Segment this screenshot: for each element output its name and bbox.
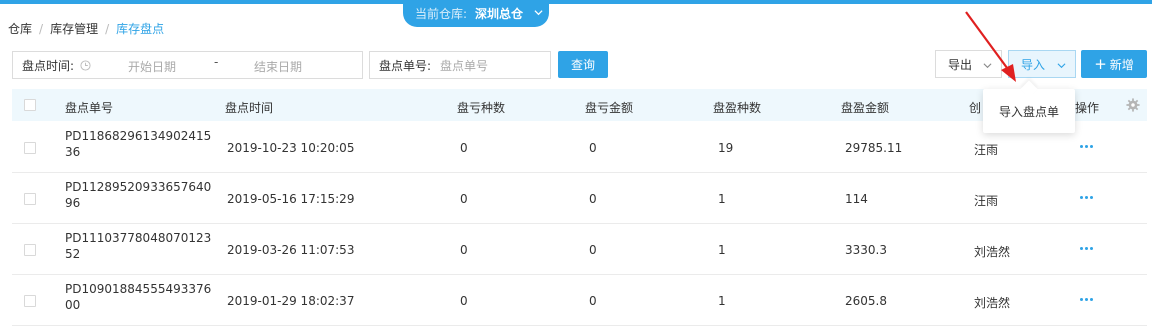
warehouse-selector[interactable]: 当前仓库: 深圳总仓 — [403, 0, 549, 27]
annotation-arrow — [965, 11, 1016, 82]
gain-kinds: 1 — [718, 243, 726, 257]
import-count-sheet-item[interactable]: 导入盘点单 — [999, 103, 1059, 120]
creator: 刘浩然 — [974, 296, 1011, 310]
loss-amount: 0 — [589, 294, 597, 308]
gain-kinds: 19 — [718, 141, 734, 155]
gain-amount: 2605.8 — [845, 294, 887, 308]
breadcrumb-separator: / — [105, 21, 110, 36]
table-row[interactable]: PD1110377804807012352 2019-03-26 11:07:5… — [12, 224, 1147, 275]
column-header-action: 操作 — [1075, 101, 1100, 115]
warehouse-label: 当前仓库: — [415, 7, 468, 21]
order-number-filter[interactable]: 盘点单号: 盘点单号 — [369, 51, 551, 79]
gear-icon[interactable] — [1126, 98, 1140, 112]
breadcrumb-separator: / — [39, 21, 44, 36]
row-checkbox[interactable] — [24, 295, 36, 307]
gain-amount: 3330.3 — [845, 243, 887, 257]
gain-kinds: 1 — [718, 192, 726, 206]
start-date-input[interactable]: 开始日期 — [128, 58, 176, 75]
loss-kinds: 0 — [460, 294, 468, 308]
row-checkbox[interactable] — [24, 142, 36, 154]
chevron-down-icon — [1057, 63, 1066, 69]
column-header-loss-kinds: 盘亏种数 — [457, 101, 506, 115]
count-time: 2019-01-29 18:02:37 — [227, 294, 355, 308]
clock-icon — [80, 59, 91, 71]
loss-kinds: 0 — [460, 243, 468, 257]
table-row[interactable]: PD1128952093365764096 2019-05-16 17:15:2… — [12, 173, 1147, 224]
column-header-gain-amount: 盘盈金额 — [841, 101, 890, 115]
breadcrumb-item-current: 库存盘点 — [116, 22, 165, 36]
more-actions-icon[interactable] — [1080, 298, 1094, 302]
warehouse-value: 深圳总仓 — [475, 7, 524, 21]
gain-kinds: 1 — [718, 294, 726, 308]
table-row[interactable]: PD1186829613490241536 2019-10-23 10:20:0… — [12, 122, 1147, 173]
query-button[interactable]: 查询 — [558, 51, 608, 78]
breadcrumb: 仓库 / 库存管理 / 库存盘点 — [8, 20, 164, 37]
row-checkbox[interactable] — [24, 244, 36, 256]
column-header-time: 盘点时间 — [225, 101, 274, 115]
table-header: 盘点单号 盘点时间 盘亏种数 盘亏金额 盘盈种数 盘盈金额 创 操作 — [12, 89, 1147, 121]
table-row[interactable]: PD1090188455549337600 2019-01-29 18:02:3… — [12, 275, 1147, 326]
column-header-gain-kinds: 盘盈种数 — [713, 101, 762, 115]
order-number[interactable]: PD1110377804807012352 — [65, 230, 215, 262]
column-header-order-number: 盘点单号 — [65, 101, 114, 115]
order-number[interactable]: PD1090188455549337600 — [65, 281, 215, 313]
creator: 汪雨 — [974, 194, 999, 208]
more-actions-icon[interactable] — [1080, 145, 1094, 149]
loss-kinds: 0 — [460, 192, 468, 206]
count-time: 2019-10-23 10:20:05 — [227, 141, 355, 155]
add-new-button-label: 新增 — [1109, 57, 1134, 72]
chevron-down-icon — [534, 10, 543, 16]
loss-kinds: 0 — [460, 141, 468, 155]
column-header-creator: 创 — [969, 101, 982, 115]
top-accent-bar — [0, 0, 1152, 4]
more-actions-icon[interactable] — [1080, 196, 1094, 200]
date-filter-label: 盘点时间: — [22, 58, 75, 73]
gain-amount: 114 — [845, 192, 868, 206]
order-number[interactable]: PD1128952093365764096 — [65, 179, 215, 211]
more-actions-icon[interactable] — [1080, 247, 1094, 251]
creator: 汪雨 — [974, 143, 999, 157]
order-number-label: 盘点单号: — [379, 58, 432, 73]
loss-amount: 0 — [589, 141, 597, 155]
gain-amount: 29785.11 — [845, 141, 903, 155]
date-range-separator: - — [214, 55, 219, 69]
creator: 刘浩然 — [974, 245, 1011, 259]
count-time: 2019-05-16 17:15:29 — [227, 192, 355, 206]
row-checkbox[interactable] — [24, 193, 36, 205]
end-date-input[interactable]: 结束日期 — [254, 58, 302, 75]
breadcrumb-item-inventory[interactable]: 库存管理 — [50, 20, 98, 37]
order-number-input[interactable]: 盘点单号 — [440, 57, 488, 74]
order-number[interactable]: PD1186829613490241536 — [65, 128, 215, 160]
plus-icon: + — [1094, 55, 1107, 73]
import-button-label: 导入 — [1021, 57, 1046, 72]
date-range-filter[interactable]: 盘点时间: 开始日期 - 结束日期 — [12, 51, 363, 79]
breadcrumb-item-warehouse[interactable]: 仓库 — [8, 20, 32, 37]
count-time: 2019-03-26 11:07:53 — [227, 243, 355, 257]
loss-amount: 0 — [589, 243, 597, 257]
dropdown-caret — [1020, 80, 1038, 98]
select-all-checkbox[interactable] — [24, 99, 36, 111]
loss-amount: 0 — [589, 192, 597, 206]
column-header-loss-amount: 盘亏金额 — [585, 101, 634, 115]
import-dropdown-menu: 导入盘点单 — [983, 80, 1075, 133]
add-new-button[interactable]: + 新增 — [1081, 50, 1147, 78]
